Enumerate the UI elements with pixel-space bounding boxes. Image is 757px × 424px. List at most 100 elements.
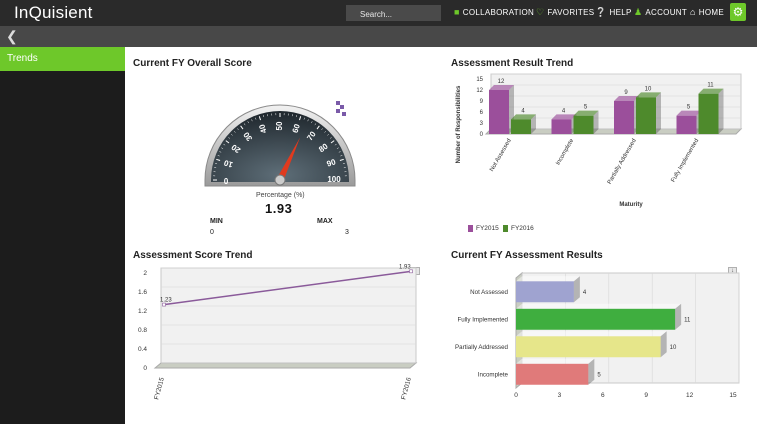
gauge-tick-label: 100 bbox=[327, 175, 341, 184]
y-tick-label: 0.8 bbox=[138, 327, 147, 334]
bar bbox=[516, 281, 574, 303]
legend-fy2015: FY2015 bbox=[468, 225, 499, 232]
y-axis-label: Number of Responsibilities bbox=[456, 85, 462, 163]
x-tick-label: FY2015 bbox=[153, 376, 166, 400]
x-tick-label: Incomplete bbox=[555, 137, 575, 166]
bar bbox=[489, 90, 509, 134]
chart-back-wall bbox=[160, 267, 417, 364]
sub-bar: ❮ bbox=[0, 26, 757, 47]
bar-side bbox=[718, 88, 724, 134]
sidebar-item-trends[interactable]: Trends bbox=[0, 47, 125, 71]
x-tick-label: 3 bbox=[558, 392, 562, 399]
chat-icon: ■ bbox=[454, 7, 460, 17]
y-tick-label: Incomplete bbox=[478, 371, 509, 378]
bar bbox=[676, 115, 697, 134]
y-tick-label: 2 bbox=[143, 270, 147, 277]
bar-data-label: 10 bbox=[670, 345, 677, 351]
gauge-max-value: 3 bbox=[345, 229, 349, 236]
search-input[interactable] bbox=[346, 5, 441, 21]
x-tick-label: Partially Addressed bbox=[607, 138, 638, 185]
bar-data-label: 11 bbox=[707, 83, 714, 89]
bar bbox=[698, 93, 719, 134]
gauge-min-value: 0 bbox=[210, 229, 214, 236]
bar bbox=[551, 119, 572, 134]
y-tick-label: Fully Implemented bbox=[457, 316, 508, 323]
y-tick-label: 6 bbox=[480, 110, 484, 116]
current-results-title: Current FY Assessment Results bbox=[451, 250, 603, 261]
score-trend-chart: 0 0.4 0.8 1.2 1.6 2 1.23 FY2015 1.93 FY2016 bbox=[138, 264, 418, 401]
legend-fy2016: FY2016 bbox=[503, 225, 534, 232]
x-tick-label: 0 bbox=[514, 392, 518, 399]
x-tick-label: 6 bbox=[601, 392, 605, 399]
y-tick-label: 1.6 bbox=[138, 289, 147, 296]
result-trend-title: Assessment Result Trend bbox=[451, 58, 574, 69]
heart-icon: ♡ bbox=[536, 7, 545, 17]
bar-data-label: 10 bbox=[645, 86, 652, 92]
bar-top bbox=[516, 276, 580, 282]
chart-floor bbox=[153, 362, 418, 369]
bar bbox=[636, 97, 656, 134]
nav-home[interactable]: ⌂ HOME bbox=[690, 7, 724, 17]
legend-label: FY2016 bbox=[511, 225, 534, 232]
x-tick-label: 9 bbox=[644, 392, 648, 399]
bar bbox=[511, 119, 531, 134]
nav-help[interactable]: ❔ HELP bbox=[595, 7, 632, 18]
gauge-min-label: MIN bbox=[210, 218, 223, 225]
top-bar: InQuisient ■COLLABORATION ♡FAVORITES ❔HE… bbox=[0, 0, 757, 26]
settings-gear-icon[interactable]: ⚙ bbox=[730, 3, 746, 21]
x-tick-label: Fully Implemented bbox=[671, 138, 701, 183]
nav-label: ACCOUNT bbox=[645, 8, 688, 17]
nav-account[interactable]: ♟ ACCOUNT bbox=[634, 7, 687, 18]
nav-label: COLLABORATION bbox=[462, 8, 535, 17]
nav-favorites[interactable]: ♡ FAVORITES bbox=[536, 7, 594, 18]
nav-label: FAVORITES bbox=[547, 8, 595, 17]
x-axis-label: Maturity bbox=[619, 202, 643, 208]
y-tick-label: 0.4 bbox=[138, 346, 147, 353]
nav-label: HELP bbox=[609, 8, 632, 17]
y-tick-label: 0 bbox=[143, 365, 147, 372]
gauge-tick-label: 0 bbox=[223, 176, 228, 185]
legend-label: FY2015 bbox=[476, 225, 499, 232]
bar bbox=[516, 308, 676, 330]
y-tick-label: 1.2 bbox=[138, 308, 147, 315]
gauge-decoration-icon bbox=[336, 101, 347, 117]
back-arrow-icon[interactable]: ❮ bbox=[6, 28, 18, 45]
nav-collaboration[interactable]: ■ COLLABORATION bbox=[454, 7, 534, 17]
bar-data-label: 11 bbox=[684, 317, 691, 323]
help-icon: ❔ bbox=[595, 7, 607, 17]
bar-top bbox=[516, 358, 595, 364]
y-tick-label: 9 bbox=[480, 99, 484, 105]
bar-top bbox=[516, 331, 667, 337]
x-tick-label: Not Assessed bbox=[489, 138, 513, 173]
y-tick-label: 15 bbox=[476, 77, 483, 83]
user-icon: ♟ bbox=[634, 7, 643, 17]
score-trend-title: Assessment Score Trend bbox=[133, 250, 253, 261]
x-tick-label: 12 bbox=[686, 392, 694, 399]
current-results-chart: 0 3 6 9 12 154Not Assessed11Fully Implemented… bbox=[455, 271, 740, 399]
gauge-label: Percentage (%) bbox=[256, 192, 305, 199]
gauge-needle-hub bbox=[274, 174, 286, 186]
home-icon: ⌂ bbox=[690, 7, 696, 17]
result-trend-chart: 03691215Number of Responsibilities124Not… bbox=[456, 73, 743, 208]
bar-side bbox=[656, 92, 661, 134]
point-data-label: 1.93 bbox=[399, 264, 411, 270]
y-tick-label: Partially Addressed bbox=[455, 344, 509, 351]
gauge-panel-title: Current FY Overall Score bbox=[133, 58, 252, 69]
app-logo[interactable]: InQuisient bbox=[14, 3, 93, 23]
point-data-label: 1.23 bbox=[160, 298, 172, 304]
x-tick-label: 15 bbox=[729, 392, 737, 399]
nav-label: HOME bbox=[698, 8, 724, 17]
bar bbox=[516, 363, 589, 385]
y-tick-label: 3 bbox=[480, 121, 484, 127]
y-tick-label: Not Assessed bbox=[470, 289, 508, 296]
bar-data-label: 12 bbox=[498, 79, 505, 85]
gauge-max-label: MAX bbox=[317, 218, 333, 225]
sidebar: Trends bbox=[0, 47, 125, 424]
y-tick-label: 12 bbox=[476, 88, 483, 94]
bar bbox=[573, 115, 594, 134]
bar bbox=[516, 336, 661, 358]
gauge-tick-label: 50 bbox=[275, 121, 284, 130]
bar-top bbox=[516, 303, 682, 309]
x-tick-label: FY2016 bbox=[400, 376, 413, 400]
y-tick-label: 0 bbox=[480, 132, 484, 138]
